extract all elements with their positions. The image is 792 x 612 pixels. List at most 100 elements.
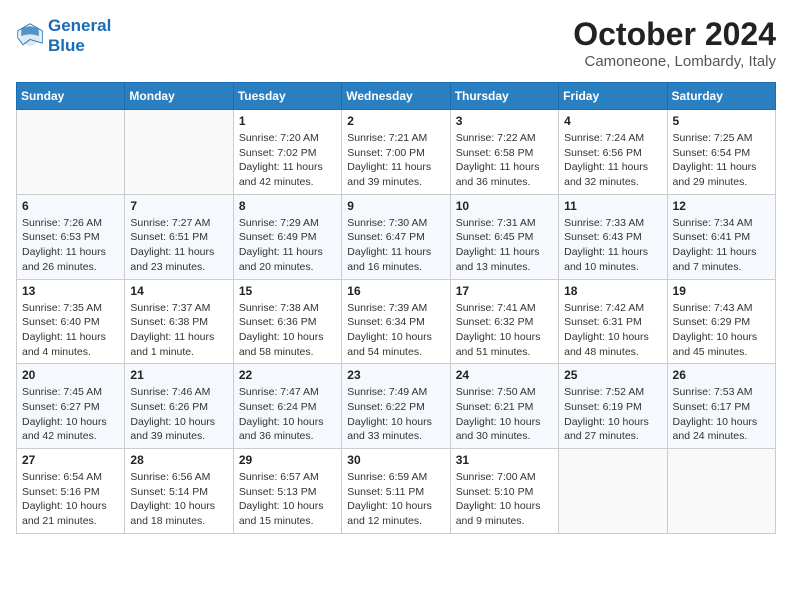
calendar-cell: 3 Sunrise: 7:22 AM Sunset: 6:58 PM Daylig… [450,110,558,195]
day-info: Sunrise: 6:54 AM Sunset: 5:16 PM Dayligh… [22,470,119,529]
calendar-cell: 13 Sunrise: 7:35 AM Sunset: 6:40 PM Dayli… [17,279,125,364]
day-number: 24 [456,368,553,382]
day-number: 28 [130,453,227,467]
calendar-cell [559,449,667,534]
day-number: 27 [22,453,119,467]
calendar-cell: 27 Sunrise: 6:54 AM Sunset: 5:16 PM Dayli… [17,449,125,534]
month-title: October 2024 [573,16,776,53]
calendar-cell: 28Sunrise: 6:56 AM Sunset: 5:14 PM Dayli… [125,449,233,534]
calendar-week-row: 6 Sunrise: 7:26 AM Sunset: 6:53 PM Daylig… [17,194,776,279]
day-info: Sunrise: 7:22 AM Sunset: 6:58 PM Dayligh… [456,131,553,190]
day-info: Sunrise: 7:46 AM Sunset: 6:26 PM Dayligh… [130,385,227,444]
day-number: 4 [564,114,661,128]
logo-blue: Blue [48,36,111,56]
calendar-header-row: SundayMondayTuesdayWednesdayThursdayFrid… [17,83,776,110]
day-of-week-header: Wednesday [342,83,450,110]
day-number: 14 [130,284,227,298]
calendar-cell: 10 Sunrise: 7:31 AM Sunset: 6:45 PM Dayli… [450,194,558,279]
day-info: Sunrise: 7:34 AM Sunset: 6:41 PM Dayligh… [673,216,770,275]
day-info: Sunrise: 7:30 AM Sunset: 6:47 PM Dayligh… [347,216,444,275]
calendar-cell: 14 Sunrise: 7:37 AM Sunset: 6:38 PM Dayli… [125,279,233,364]
day-info: Sunrise: 6:57 AM Sunset: 5:13 PM Dayligh… [239,470,336,529]
location: Camoneone, Lombardy, Italy [573,53,776,70]
calendar-cell: 21 Sunrise: 7:46 AM Sunset: 6:26 PM Dayli… [125,364,233,449]
day-info: Sunrise: 7:26 AM Sunset: 6:53 PM Dayligh… [22,216,119,275]
day-of-week-header: Friday [559,83,667,110]
day-info: Sunrise: 7:53 AM Sunset: 6:17 PM Dayligh… [673,385,770,444]
calendar-table: SundayMondayTuesdayWednesdayThursdayFrid… [16,82,776,534]
day-info: Sunrise: 7:21 AM Sunset: 7:00 PM Dayligh… [347,131,444,190]
day-number: 5 [673,114,770,128]
day-info: Sunrise: 7:42 AM Sunset: 6:31 PM Dayligh… [564,301,661,360]
calendar-cell: 19Sunrise: 7:43 AM Sunset: 6:29 PM Dayli… [667,279,775,364]
day-number: 16 [347,284,444,298]
calendar-cell [125,110,233,195]
day-number: 3 [456,114,553,128]
calendar-cell: 17Sunrise: 7:41 AM Sunset: 6:32 PM Dayli… [450,279,558,364]
calendar-cell: 20 Sunrise: 7:45 AM Sunset: 6:27 PM Dayli… [17,364,125,449]
day-number: 9 [347,199,444,213]
calendar-cell: 25Sunrise: 7:52 AM Sunset: 6:19 PM Dayli… [559,364,667,449]
day-number: 11 [564,199,661,213]
day-info: Sunrise: 7:33 AM Sunset: 6:43 PM Dayligh… [564,216,661,275]
calendar-cell: 30Sunrise: 6:59 AM Sunset: 5:11 PM Dayli… [342,449,450,534]
calendar-cell [17,110,125,195]
calendar-cell: 29 Sunrise: 6:57 AM Sunset: 5:13 PM Dayli… [233,449,341,534]
day-number: 17 [456,284,553,298]
day-info: Sunrise: 7:35 AM Sunset: 6:40 PM Dayligh… [22,301,119,360]
day-number: 13 [22,284,119,298]
day-number: 20 [22,368,119,382]
day-number: 8 [239,199,336,213]
day-number: 30 [347,453,444,467]
day-number: 10 [456,199,553,213]
calendar-cell: 8 Sunrise: 7:29 AM Sunset: 6:49 PM Daylig… [233,194,341,279]
logo-general: General [48,16,111,35]
calendar-cell: 6 Sunrise: 7:26 AM Sunset: 6:53 PM Daylig… [17,194,125,279]
logo: General Blue [16,16,111,57]
day-number: 21 [130,368,227,382]
day-number: 6 [22,199,119,213]
day-of-week-header: Monday [125,83,233,110]
day-of-week-header: Sunday [17,83,125,110]
day-number: 18 [564,284,661,298]
calendar-cell: 11 Sunrise: 7:33 AM Sunset: 6:43 PM Dayli… [559,194,667,279]
day-number: 23 [347,368,444,382]
day-info: Sunrise: 7:39 AM Sunset: 6:34 PM Dayligh… [347,301,444,360]
calendar-cell: 23 Sunrise: 7:49 AM Sunset: 6:22 PM Dayli… [342,364,450,449]
page-header: General Blue October 2024 Camoneone, Lom… [16,16,776,70]
calendar-cell: 1 Sunrise: 7:20 AM Sunset: 7:02 PM Daylig… [233,110,341,195]
calendar-cell: 15Sunrise: 7:38 AM Sunset: 6:36 PM Dayli… [233,279,341,364]
day-info: Sunrise: 7:50 AM Sunset: 6:21 PM Dayligh… [456,385,553,444]
day-number: 1 [239,114,336,128]
day-info: Sunrise: 7:20 AM Sunset: 7:02 PM Dayligh… [239,131,336,190]
day-number: 22 [239,368,336,382]
calendar-cell: 26Sunrise: 7:53 AM Sunset: 6:17 PM Dayli… [667,364,775,449]
day-info: Sunrise: 7:27 AM Sunset: 6:51 PM Dayligh… [130,216,227,275]
day-of-week-header: Saturday [667,83,775,110]
day-info: Sunrise: 7:24 AM Sunset: 6:56 PM Dayligh… [564,131,661,190]
calendar-week-row: 13 Sunrise: 7:35 AM Sunset: 6:40 PM Dayli… [17,279,776,364]
day-of-week-header: Thursday [450,83,558,110]
day-number: 2 [347,114,444,128]
day-info: Sunrise: 7:29 AM Sunset: 6:49 PM Dayligh… [239,216,336,275]
day-info: Sunrise: 7:45 AM Sunset: 6:27 PM Dayligh… [22,385,119,444]
day-info: Sunrise: 7:52 AM Sunset: 6:19 PM Dayligh… [564,385,661,444]
day-number: 29 [239,453,336,467]
day-info: Sunrise: 7:47 AM Sunset: 6:24 PM Dayligh… [239,385,336,444]
calendar-cell: 31Sunrise: 7:00 AM Sunset: 5:10 PM Dayli… [450,449,558,534]
day-info: Sunrise: 7:43 AM Sunset: 6:29 PM Dayligh… [673,301,770,360]
calendar-week-row: 27 Sunrise: 6:54 AM Sunset: 5:16 PM Dayli… [17,449,776,534]
day-info: Sunrise: 7:49 AM Sunset: 6:22 PM Dayligh… [347,385,444,444]
calendar-cell: 24 Sunrise: 7:50 AM Sunset: 6:21 PM Dayli… [450,364,558,449]
day-number: 15 [239,284,336,298]
day-info: Sunrise: 7:00 AM Sunset: 5:10 PM Dayligh… [456,470,553,529]
day-info: Sunrise: 7:37 AM Sunset: 6:38 PM Dayligh… [130,301,227,360]
calendar-cell: 9 Sunrise: 7:30 AM Sunset: 6:47 PM Daylig… [342,194,450,279]
calendar-cell: 5Sunrise: 7:25 AM Sunset: 6:54 PM Daylig… [667,110,775,195]
day-of-week-header: Tuesday [233,83,341,110]
calendar-cell: 22 Sunrise: 7:47 AM Sunset: 6:24 PM Dayli… [233,364,341,449]
logo-text: General Blue [48,16,111,57]
calendar-cell: 4 Sunrise: 7:24 AM Sunset: 6:56 PM Daylig… [559,110,667,195]
day-info: Sunrise: 7:31 AM Sunset: 6:45 PM Dayligh… [456,216,553,275]
calendar-cell: 16 Sunrise: 7:39 AM Sunset: 6:34 PM Dayli… [342,279,450,364]
